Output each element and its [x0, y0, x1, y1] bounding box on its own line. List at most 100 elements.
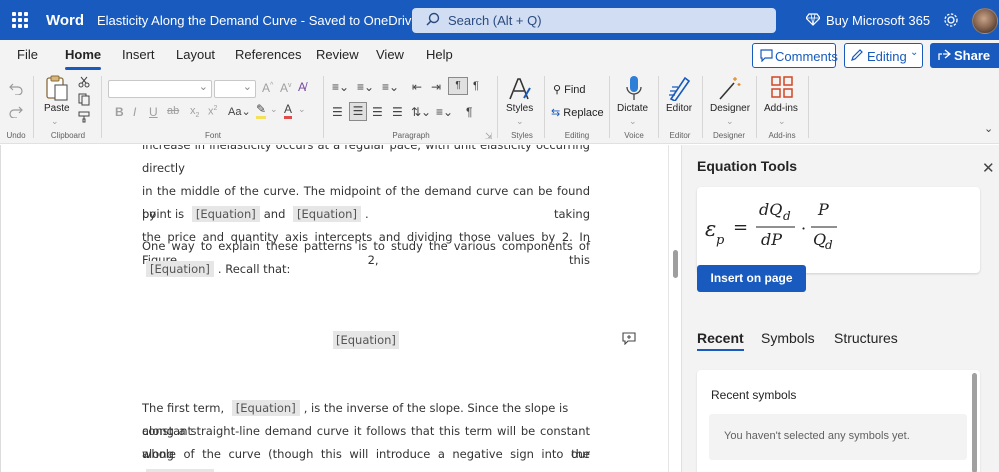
comments-button[interactable]: Comments: [752, 43, 838, 68]
styles-icon[interactable]: [507, 76, 533, 102]
editor-icon[interactable]: [667, 75, 693, 101]
shrink-font-icon[interactable]: Av: [280, 81, 292, 95]
designer-group-label: Designer: [712, 131, 745, 140]
microphone-icon[interactable]: [625, 75, 643, 103]
tab-file[interactable]: File: [17, 47, 38, 62]
editor-group-label: Editor: [669, 131, 691, 140]
tab-help[interactable]: Help: [426, 47, 453, 62]
editing-group-label: Editing: [564, 131, 590, 140]
editor-button[interactable]: Editor: [666, 103, 692, 114]
decrease-indent-icon[interactable]: ⇤: [412, 80, 422, 94]
font-family-dropdown[interactable]: [108, 80, 212, 98]
dictate-button[interactable]: Dictate: [617, 103, 648, 114]
paragraph-3-line-3[interactable]: whole of the curve (though this will int…: [142, 443, 590, 472]
chevron-down-icon[interactable]: ⌄: [51, 116, 59, 127]
rtl-icon[interactable]: ¶: [473, 80, 479, 92]
share-button[interactable]: Share: [930, 43, 999, 68]
show-formatting-icon[interactable]: ¶: [466, 105, 472, 119]
align-left-icon[interactable]: ☰: [332, 105, 343, 119]
tab-symbols[interactable]: Symbols: [761, 330, 815, 346]
find-button[interactable]: ⚲ Find: [553, 83, 586, 96]
add-comment-icon[interactable]: [622, 332, 636, 345]
bold-icon[interactable]: B: [115, 105, 124, 119]
designer-wand-icon[interactable]: [718, 75, 742, 101]
subscript-icon[interactable]: x2: [190, 105, 199, 119]
bullets-icon[interactable]: ≡⌄: [332, 80, 349, 94]
replace-button[interactable]: ⇆ Replace: [551, 106, 604, 119]
tab-recent[interactable]: Recent: [697, 330, 744, 351]
display-equation-placeholder[interactable]: [Equation]: [333, 331, 399, 349]
epsilon-symbol: ε: [705, 217, 716, 241]
addins-group: Add-ins ⌄ Add-ins: [758, 74, 806, 142]
addins-icon[interactable]: [771, 76, 793, 98]
close-icon[interactable]: ✕: [982, 159, 995, 177]
superscript-icon[interactable]: x2: [208, 105, 217, 118]
pencil-icon: [851, 49, 863, 61]
addins-button[interactable]: Add-ins: [764, 103, 798, 114]
document-scrollbar[interactable]: [673, 250, 678, 278]
highlight-icon[interactable]: ✎: [256, 102, 267, 119]
numbering-icon[interactable]: ≡⌄: [357, 80, 374, 94]
styles-group: Styles ⌄ Styles: [500, 74, 544, 142]
grow-font-icon[interactable]: A^: [262, 81, 273, 95]
tab-view[interactable]: View: [376, 47, 404, 62]
increase-indent-icon[interactable]: ⇥: [431, 80, 441, 94]
font-group-label: Font: [204, 131, 221, 140]
font-color-icon[interactable]: A: [284, 102, 293, 119]
find-label: Find: [564, 84, 586, 96]
insert-on-page-button[interactable]: Insert on page: [697, 265, 806, 292]
app-launcher-icon[interactable]: [12, 12, 28, 28]
multilevel-list-icon[interactable]: ≡⌄: [382, 80, 399, 94]
equation-placeholder[interactable]: [Equation]: [191, 206, 260, 222]
paste-button[interactable]: Paste: [44, 103, 70, 114]
equation-placeholder[interactable]: [Equation]: [146, 261, 214, 277]
editing-mode-button[interactable]: Editing ⌄: [844, 43, 923, 68]
italic-icon[interactable]: I: [133, 105, 136, 119]
redo-icon[interactable]: [9, 106, 23, 118]
tab-review[interactable]: Review: [316, 47, 359, 62]
designer-group: Designer ⌄ Designer: [704, 74, 754, 142]
designer-button[interactable]: Designer: [710, 103, 750, 114]
collapse-ribbon-icon[interactable]: ⌄: [984, 122, 993, 135]
avatar[interactable]: [972, 8, 998, 34]
tab-structures[interactable]: Structures: [834, 330, 898, 346]
cut-icon[interactable]: [78, 76, 90, 88]
document-canvas[interactable]: increase in inelasticity occurs at a reg…: [0, 145, 668, 472]
app-name[interactable]: Word: [46, 12, 84, 29]
equation-placeholder[interactable]: [Equation]: [293, 206, 361, 222]
svg-text:P: P: [817, 200, 829, 219]
change-case-icon[interactable]: Aa⌄: [228, 105, 251, 118]
search-input[interactable]: Search (Alt + Q): [412, 8, 776, 33]
equation-placeholder[interactable]: [Equation]: [231, 400, 300, 416]
styles-button[interactable]: Styles: [506, 103, 533, 114]
align-center-icon[interactable]: ☰: [349, 102, 367, 121]
pane-scrollbar[interactable]: [972, 373, 977, 472]
addins-group-label: Add-ins: [768, 131, 796, 140]
format-painter-icon[interactable]: [78, 111, 90, 123]
tab-layout[interactable]: Layout: [176, 47, 215, 62]
clear-formatting-icon[interactable]: A̸: [298, 80, 306, 94]
equation-preview[interactable]: ε p = dQ d dP · P Q d: [697, 187, 980, 273]
paragraph-2[interactable]: One way to explain these patterns is to …: [142, 235, 590, 258]
tab-references[interactable]: References: [235, 47, 301, 62]
justify-icon[interactable]: ☰: [392, 105, 403, 119]
align-right-icon[interactable]: ☰: [372, 105, 383, 119]
ltr-icon[interactable]: ¶: [448, 77, 468, 95]
strikethrough-icon[interactable]: ab: [167, 105, 179, 117]
underline-icon[interactable]: U: [149, 105, 158, 119]
buy-microsoft-365-link[interactable]: Buy Microsoft 365: [806, 13, 930, 28]
paste-icon[interactable]: [45, 74, 69, 102]
document-title[interactable]: Elasticity Along the Demand Curve - Save…: [97, 13, 433, 28]
line-spacing-icon[interactable]: ⇅⌄: [411, 105, 431, 119]
copy-icon[interactable]: [78, 93, 90, 106]
paragraph-spacing-icon[interactable]: ≡⌄: [436, 105, 453, 119]
undo-icon[interactable]: [9, 83, 23, 95]
gear-icon[interactable]: [943, 12, 959, 28]
tab-home[interactable]: Home: [65, 47, 102, 70]
tab-insert[interactable]: Insert: [122, 47, 155, 62]
pane-title: Equation Tools: [697, 158, 798, 174]
font-size-dropdown[interactable]: [214, 80, 256, 98]
paragraph-1-end[interactable]: point is [Equation] and [Equation].: [142, 203, 590, 226]
paragraph-2-end[interactable]: [Equation]. Recall that:: [142, 258, 590, 281]
dialog-launcher-icon[interactable]: ⇲: [485, 131, 493, 142]
